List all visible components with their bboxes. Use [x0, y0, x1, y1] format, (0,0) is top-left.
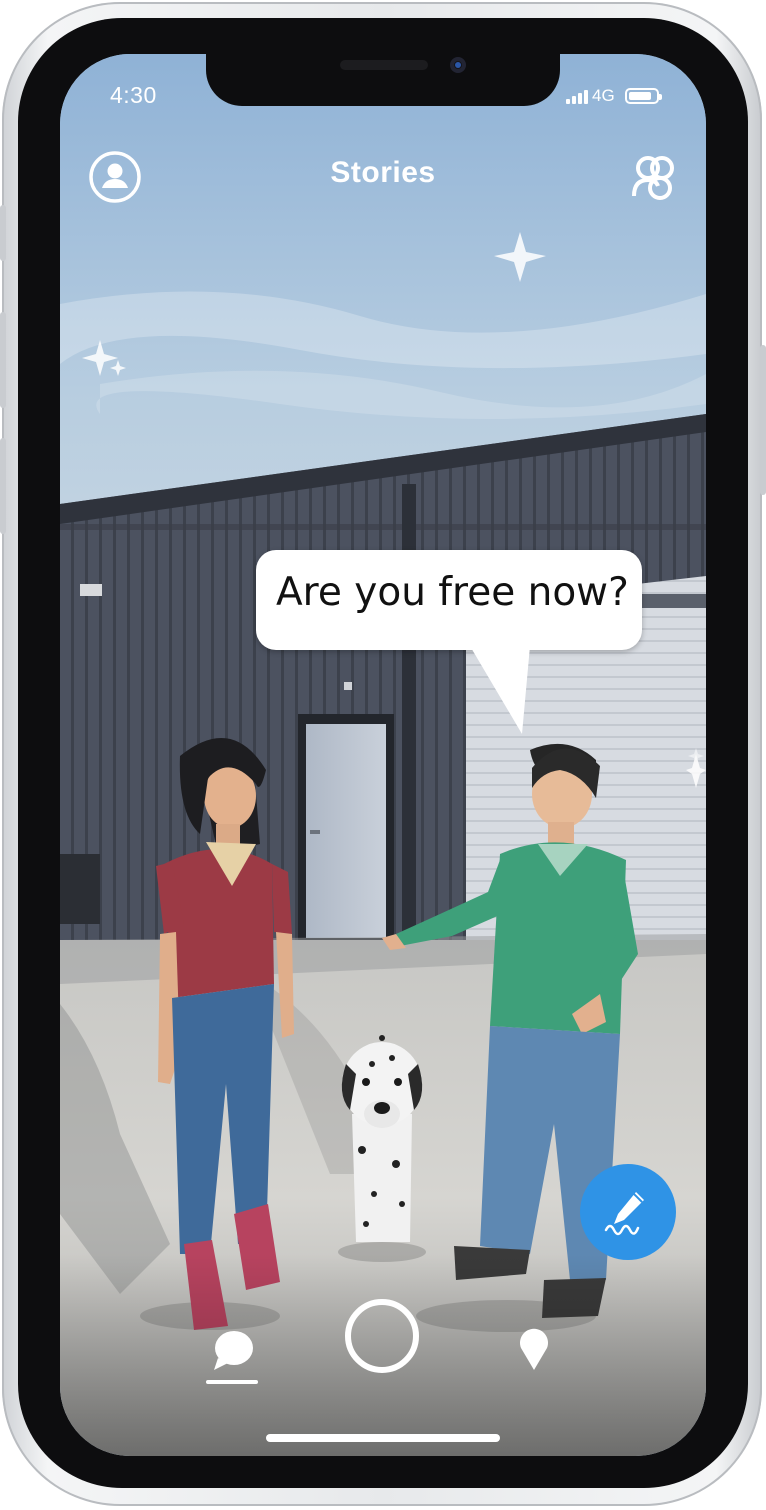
page-title: Stories [330, 156, 436, 189]
speech-bubble-tail [470, 646, 530, 734]
home-indicator[interactable] [266, 1434, 500, 1442]
silent-switch [0, 205, 6, 261]
network-type: 4G [592, 86, 615, 105]
chat-bubble-icon [214, 1331, 253, 1370]
status-indicators: 4G [566, 84, 662, 108]
earpiece-speaker [340, 60, 428, 70]
capture-button[interactable] [345, 1299, 419, 1373]
volume-down-button [0, 438, 6, 534]
power-button [760, 345, 766, 495]
edit-story-button[interactable] [580, 1164, 676, 1260]
speech-bubble-text: Are you free now? [276, 570, 629, 615]
cellular-signal-icon [566, 88, 588, 104]
friends-button[interactable] [626, 150, 682, 206]
pen-signature-icon [604, 1192, 644, 1236]
volume-up-button [0, 312, 6, 408]
speech-bubble: Are you free now? [256, 550, 642, 650]
front-camera [450, 57, 466, 73]
notch [206, 54, 560, 106]
tab-location[interactable] [516, 1326, 552, 1374]
battery-icon [624, 88, 662, 104]
tab-chat[interactable] [204, 1324, 264, 1380]
location-pin-icon [520, 1328, 548, 1370]
friends-group-icon [632, 156, 674, 200]
status-time: 4:30 [110, 82, 157, 108]
active-tab-indicator [206, 1380, 258, 1384]
screen: 4:30 4G Stories Are you free now? [60, 54, 706, 1456]
